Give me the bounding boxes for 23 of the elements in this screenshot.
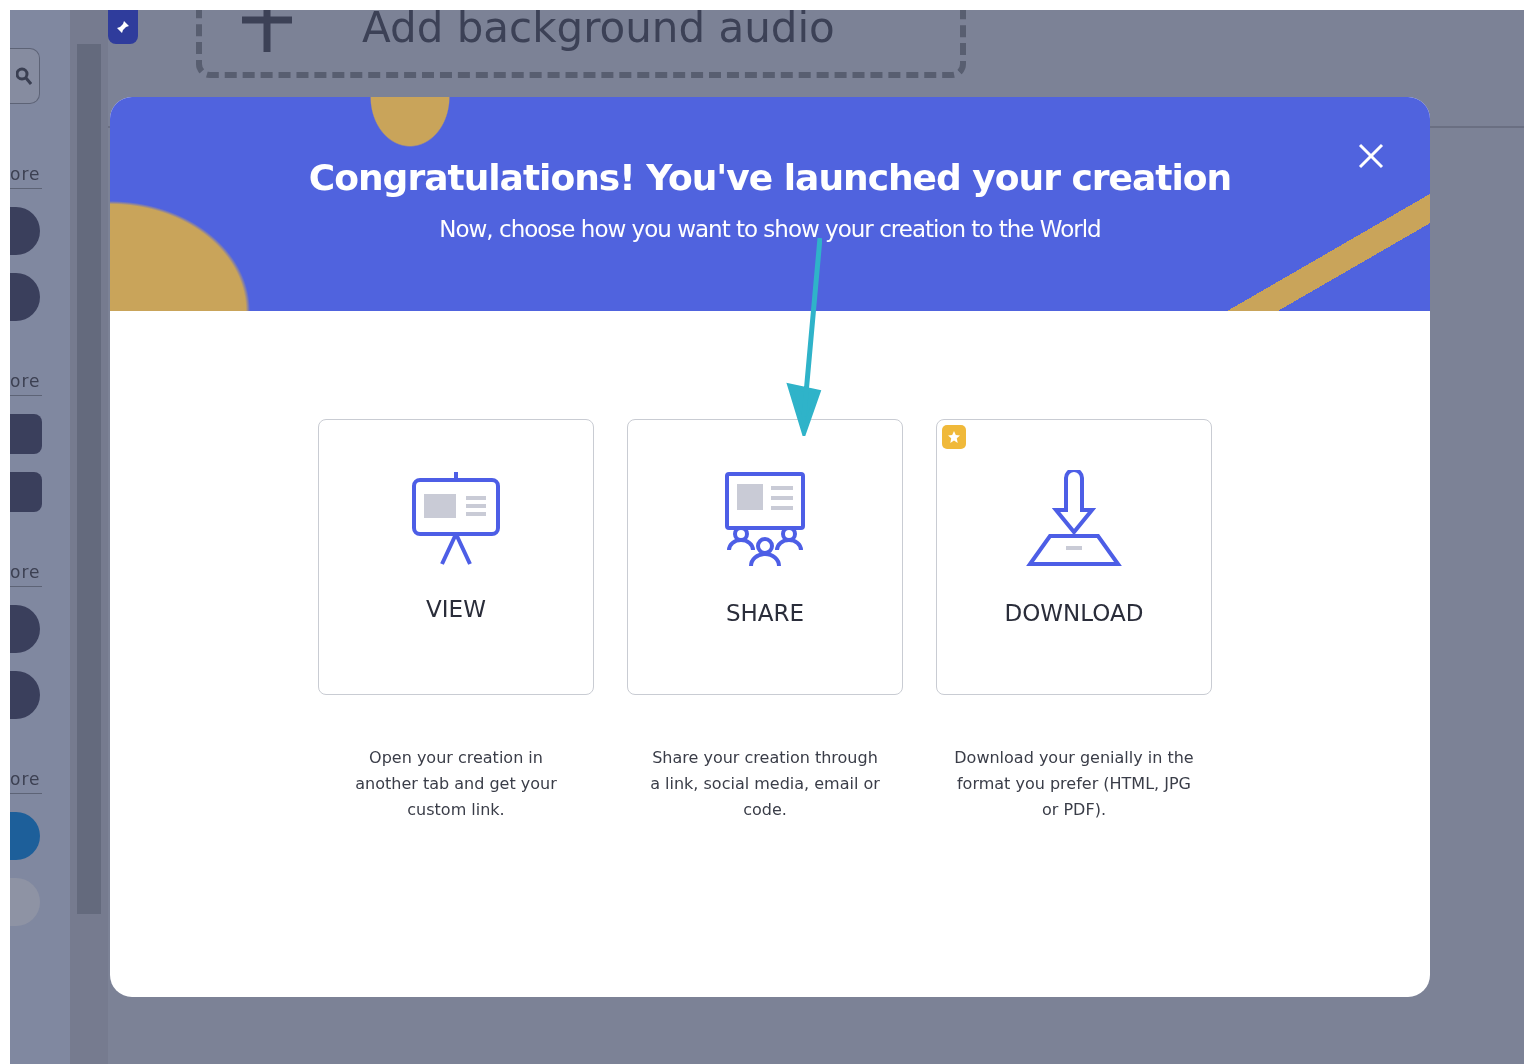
section-label: ore bbox=[10, 769, 42, 794]
plus-icon bbox=[242, 10, 292, 52]
dialog-title: Congratulations! You've launched your creation bbox=[308, 157, 1232, 198]
option-description: Download your genially in the format you prefer (HTML, JPG or PDF). bbox=[954, 747, 1194, 821]
section-label: ore bbox=[10, 371, 42, 396]
sidebar-square-icon[interactable] bbox=[10, 472, 42, 512]
pin-tab[interactable] bbox=[108, 10, 138, 44]
pin-icon bbox=[116, 20, 130, 34]
search-icon bbox=[15, 67, 32, 85]
star-icon bbox=[948, 431, 960, 443]
option-card[interactable]: SHARE bbox=[627, 419, 903, 695]
option-description: Open your creation in another tab and get your custom link. bbox=[354, 747, 558, 821]
option-card[interactable]: VIEW bbox=[318, 419, 594, 695]
sidebar-square-icon[interactable] bbox=[10, 414, 42, 454]
option-description: Share your creation through a link, social media, email or code. bbox=[649, 747, 881, 821]
close-button[interactable] bbox=[1356, 141, 1386, 171]
option-card[interactable]: DOWNLOAD bbox=[936, 419, 1212, 695]
section-label: ore bbox=[10, 562, 42, 587]
search-button[interactable] bbox=[10, 48, 40, 104]
section-label: ore bbox=[10, 164, 42, 189]
presentation-board-icon bbox=[410, 470, 502, 566]
close-icon bbox=[1356, 141, 1386, 171]
dialog-subtitle: Now, choose how you want to show your creation to the World bbox=[439, 216, 1101, 242]
